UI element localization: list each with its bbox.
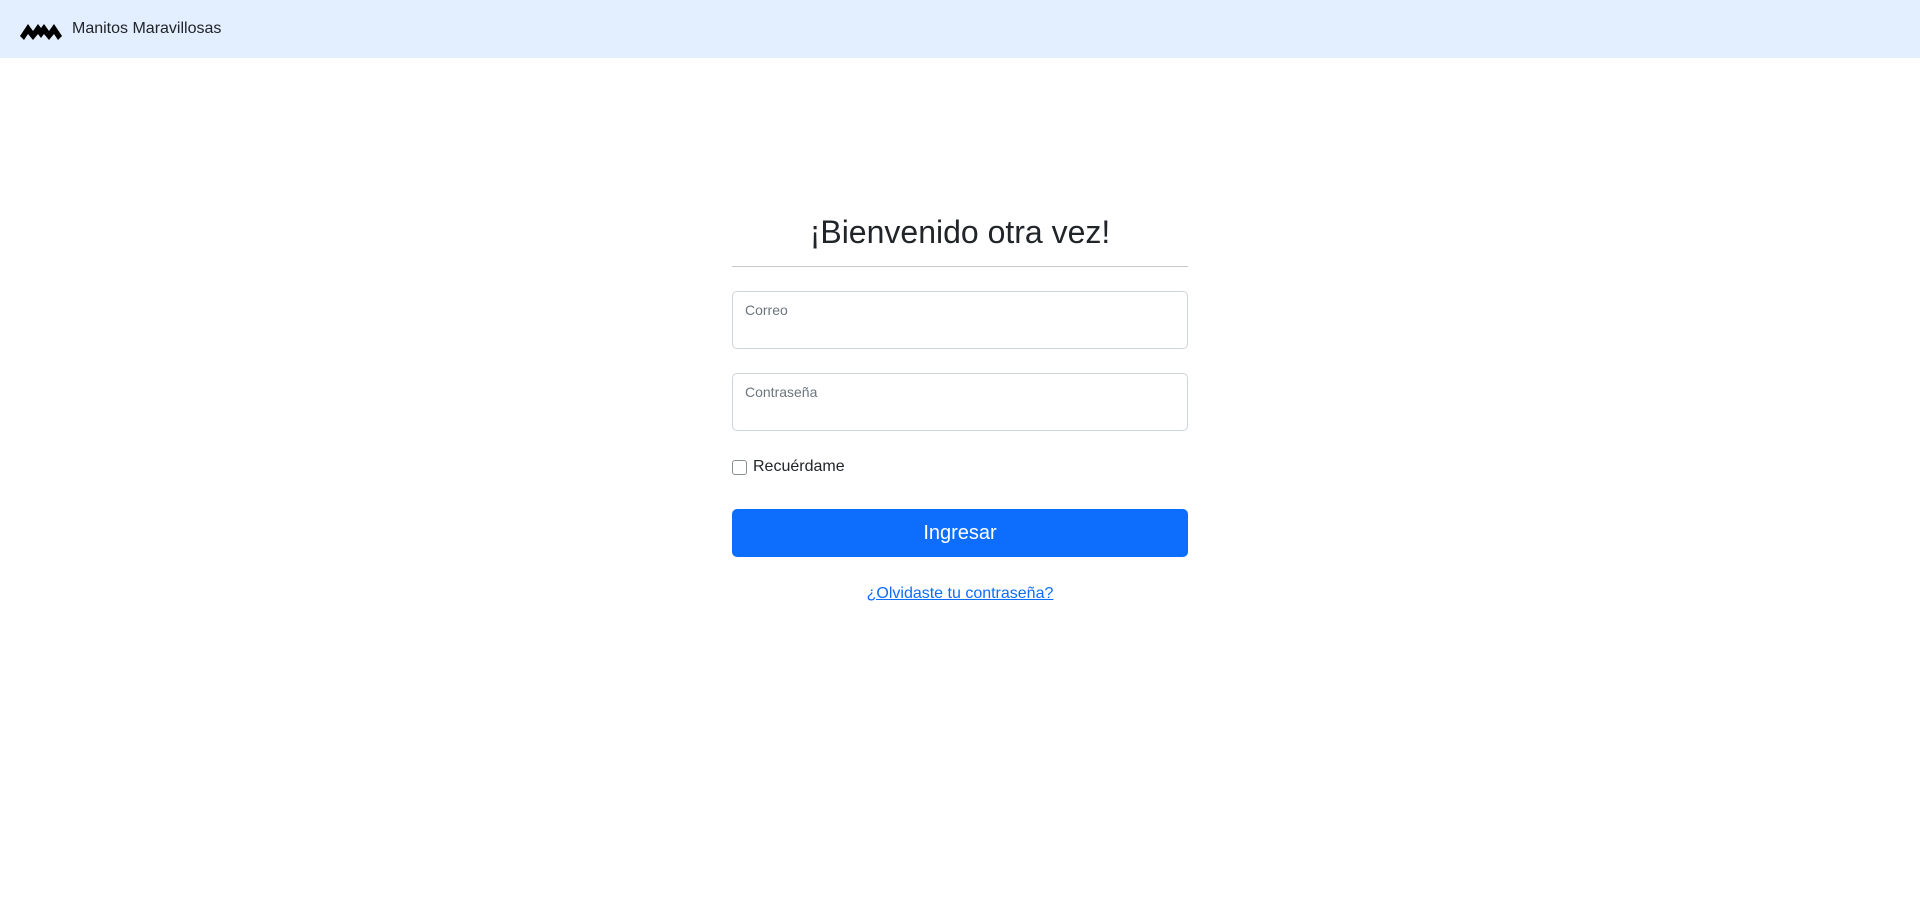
page-title: ¡Bienvenido otra vez! [732,208,1188,267]
remember-me-row[interactable]: Recuérdame [732,457,1188,477]
email-label: Correo [745,302,788,318]
email-input[interactable] [745,320,1175,342]
password-field[interactable]: Contraseña [732,373,1188,431]
mm-logo-icon [20,18,62,40]
forgot-password-wrap: ¿Olvidaste tu contraseña? [732,585,1188,603]
login-form: ¡Bienvenido otra vez! Correo Contraseña … [732,208,1188,603]
top-navbar: Manitos Maravillosas [0,0,1920,58]
forgot-password-link[interactable]: ¿Olvidaste tu contraseña? [867,585,1054,602]
login-button[interactable]: Ingresar [732,509,1188,557]
password-input[interactable] [745,402,1175,424]
password-label: Contraseña [745,384,818,400]
email-field[interactable]: Correo [732,291,1188,349]
brand-link[interactable]: Manitos Maravillosas [20,18,221,40]
remember-me-label[interactable]: Recuérdame [753,458,845,476]
brand-name: Manitos Maravillosas [72,20,222,37]
remember-me-checkbox[interactable] [732,459,747,475]
